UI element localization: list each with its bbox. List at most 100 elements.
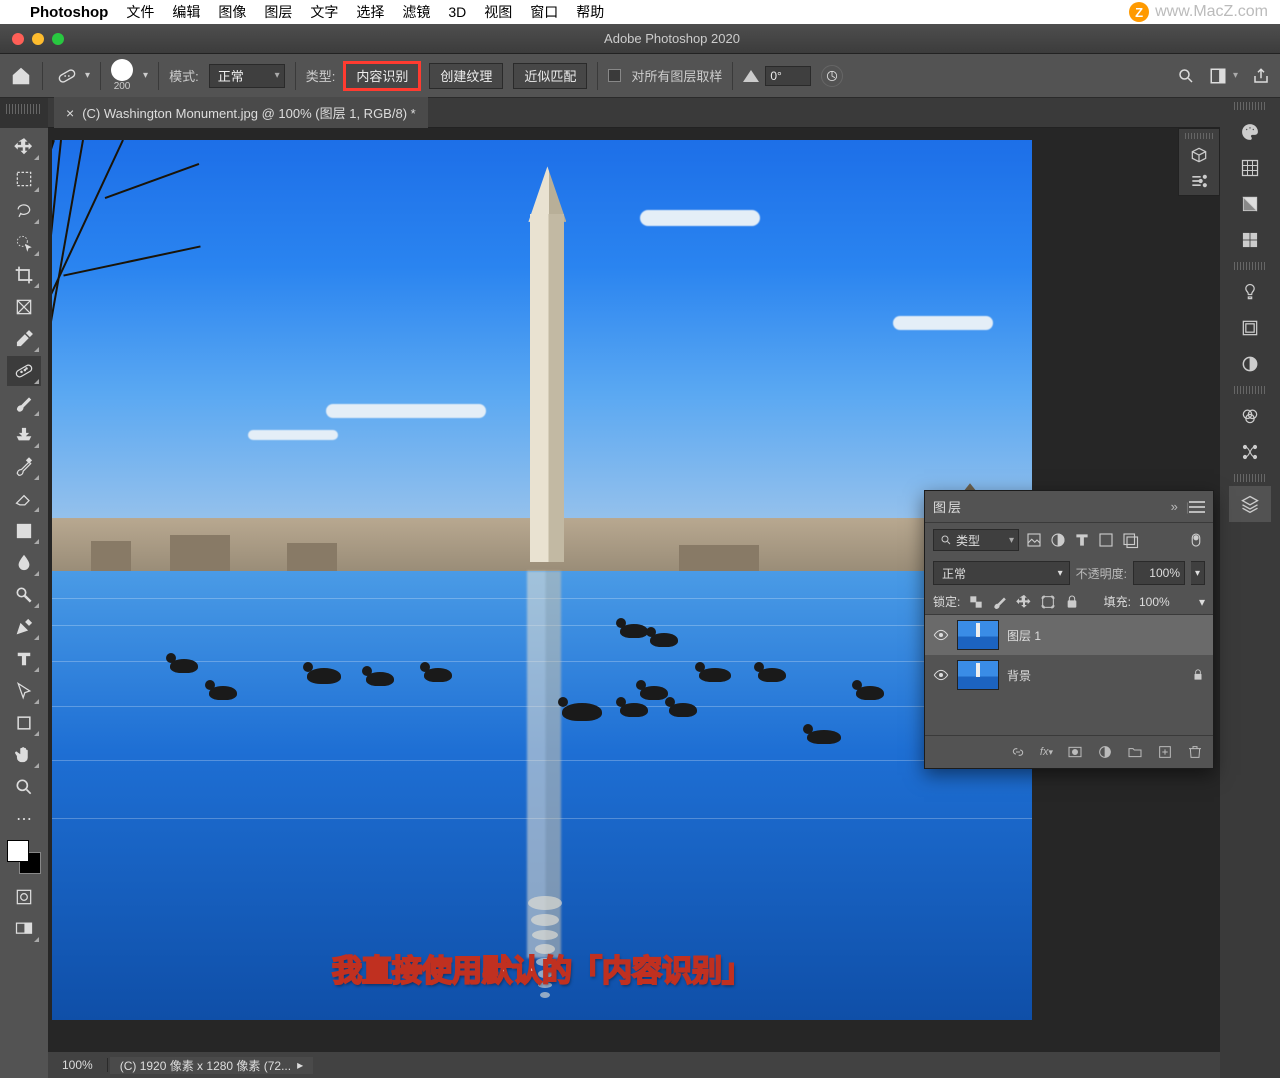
pressure-size-icon[interactable]: [821, 65, 843, 87]
marquee-tool[interactable]: [7, 164, 41, 194]
filter-pixel-icon[interactable]: [1025, 531, 1043, 549]
fill-value[interactable]: 100%: [1139, 595, 1191, 609]
layer-name[interactable]: 背景: [1007, 667, 1183, 684]
menu-view[interactable]: 视图: [484, 2, 512, 22]
zoom-level[interactable]: 100%: [48, 1058, 108, 1072]
brush-angle[interactable]: [743, 66, 811, 86]
lasso-tool[interactable]: [7, 196, 41, 226]
patterns-panel-tab[interactable]: [1229, 222, 1271, 258]
new-layer-icon[interactable]: [1157, 744, 1173, 760]
clone-stamp-tool[interactable]: [7, 420, 41, 450]
delete-layer-icon[interactable]: [1187, 744, 1203, 760]
brush-tool[interactable]: [7, 388, 41, 418]
dock-grip[interactable]: [1234, 474, 1266, 482]
collapse-icon[interactable]: »: [1171, 499, 1178, 514]
visibility-icon[interactable]: [933, 667, 949, 683]
filter-type-icon[interactable]: [1073, 531, 1091, 549]
dock-grip[interactable]: [1234, 386, 1266, 394]
filter-toggle-icon[interactable]: [1187, 531, 1205, 549]
crop-tool[interactable]: [7, 260, 41, 290]
menu-filter[interactable]: 滤镜: [402, 2, 430, 22]
layers-panel[interactable]: 图层 » | 类型 正常 不透明度: 100% ▾ 锁定: 填充: 100% ▾: [924, 490, 1214, 769]
lock-all-icon[interactable]: [1064, 594, 1080, 610]
gradient-tool[interactable]: [7, 516, 41, 546]
close-tab-icon[interactable]: ×: [66, 105, 74, 121]
adjustments-panel-tab[interactable]: [1229, 346, 1271, 382]
spot-healing-tool[interactable]: [7, 356, 41, 386]
hand-tool[interactable]: [7, 740, 41, 770]
shape-tool[interactable]: [7, 708, 41, 738]
eyedropper-tool[interactable]: [7, 324, 41, 354]
chevron-down-icon[interactable]: ▾: [143, 70, 148, 81]
menu-edit[interactable]: 编辑: [172, 2, 200, 22]
panel-menu-icon[interactable]: [1189, 501, 1205, 513]
channels-panel-tab[interactable]: [1229, 398, 1271, 434]
layer-thumbnail[interactable]: [957, 660, 999, 690]
lock-artboard-icon[interactable]: [1040, 594, 1056, 610]
chevron-down-icon[interactable]: ▾: [1233, 70, 1238, 81]
sample-all-checkbox[interactable]: [608, 69, 621, 82]
filter-adjust-icon[interactable]: [1049, 531, 1067, 549]
toolbar-grip[interactable]: [6, 104, 42, 114]
menu-window[interactable]: 窗口: [530, 2, 558, 22]
group-icon[interactable]: [1127, 744, 1143, 760]
screenmode-toggle[interactable]: [7, 914, 41, 944]
lock-position-icon[interactable]: [1016, 594, 1032, 610]
create-texture-button[interactable]: 创建纹理: [429, 63, 503, 89]
color-panel-tab[interactable]: [1229, 114, 1271, 150]
path-select-tool[interactable]: [7, 676, 41, 706]
move-tool[interactable]: [7, 132, 41, 162]
learn-panel-tab[interactable]: [1229, 274, 1271, 310]
libraries-panel-tab[interactable]: [1229, 310, 1271, 346]
menu-file[interactable]: 文件: [126, 2, 154, 22]
menu-layer[interactable]: 图层: [264, 2, 292, 22]
gradients-panel-tab[interactable]: [1229, 186, 1271, 222]
type-tool[interactable]: [7, 644, 41, 674]
home-icon[interactable]: [10, 65, 32, 87]
visibility-icon[interactable]: [933, 627, 949, 643]
menu-3d[interactable]: 3D: [448, 4, 466, 20]
dock-grip[interactable]: [1234, 102, 1266, 110]
menu-type[interactable]: 文字: [310, 2, 338, 22]
opacity-value[interactable]: 100%: [1133, 561, 1185, 585]
paths-panel-tab[interactable]: [1229, 434, 1271, 470]
proximity-match-button[interactable]: 近似匹配: [513, 63, 587, 89]
filter-shape-icon[interactable]: [1097, 531, 1115, 549]
filter-type-select[interactable]: 类型: [933, 529, 1019, 551]
document-tab[interactable]: × (C) Washington Monument.jpg @ 100% (图层…: [54, 97, 428, 128]
lock-transparency-icon[interactable]: [968, 594, 984, 610]
share-icon[interactable]: [1252, 67, 1270, 85]
layer-row[interactable]: 图层 1: [925, 615, 1213, 655]
search-icon[interactable]: [1177, 67, 1195, 85]
content-aware-button[interactable]: 内容识别: [345, 63, 419, 89]
angle-input[interactable]: [765, 66, 811, 86]
quickmask-toggle[interactable]: [7, 882, 41, 912]
opacity-dropdown[interactable]: ▾: [1191, 561, 1205, 585]
layer-thumbnail[interactable]: [957, 620, 999, 650]
workspace-icon[interactable]: [1209, 67, 1227, 85]
dock-grip[interactable]: [1234, 262, 1266, 270]
adjustment-layer-icon[interactable]: [1097, 744, 1113, 760]
layer-name[interactable]: 图层 1: [1007, 627, 1205, 644]
brush-size-preview[interactable]: 200: [111, 59, 133, 92]
menu-help[interactable]: 帮助: [576, 2, 604, 22]
layer-row[interactable]: 背景: [925, 655, 1213, 695]
menu-image[interactable]: 图像: [218, 2, 246, 22]
fill-dropdown[interactable]: ▾: [1199, 595, 1205, 609]
pen-tool[interactable]: [7, 612, 41, 642]
foreground-color[interactable]: [7, 840, 29, 862]
panel-header[interactable]: 图层 » |: [925, 491, 1213, 523]
tool-preset[interactable]: ▾: [53, 62, 90, 90]
document-canvas[interactable]: 我直接使用默认的「内容识别」: [52, 140, 1032, 1020]
window-close[interactable]: [12, 33, 24, 45]
color-swatches[interactable]: [5, 840, 43, 874]
filter-smart-icon[interactable]: [1121, 531, 1139, 549]
zoom-tool[interactable]: [7, 772, 41, 802]
lock-pixels-icon[interactable]: [992, 594, 1008, 610]
fx-icon[interactable]: fx▾: [1040, 746, 1053, 758]
frame-tool[interactable]: [7, 292, 41, 322]
eraser-tool[interactable]: [7, 484, 41, 514]
doc-info[interactable]: (C) 1920 像素 x 1280 像素 (72...▸: [110, 1057, 313, 1074]
panel-grip[interactable]: [1185, 133, 1213, 139]
blur-tool[interactable]: [7, 548, 41, 578]
